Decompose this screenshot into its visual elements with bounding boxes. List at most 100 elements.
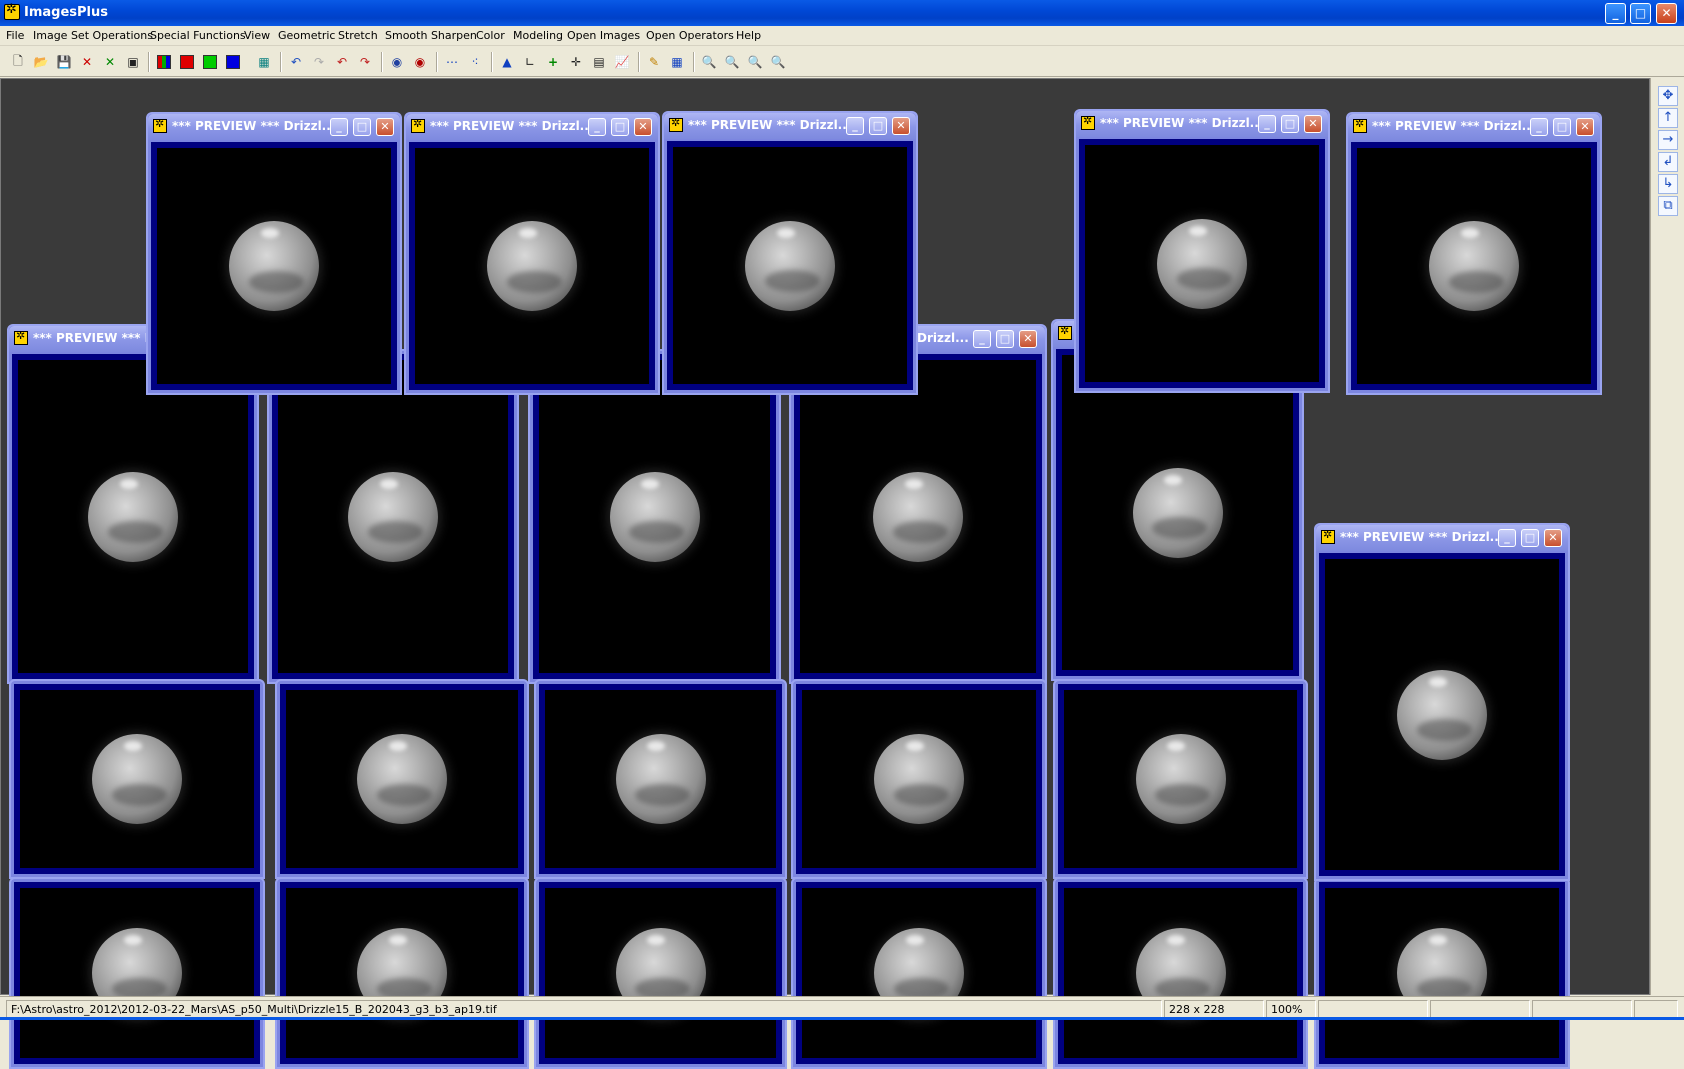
pencil-icon[interactable]: ✎	[644, 52, 664, 72]
preview-maximize-button[interactable]: □	[1281, 115, 1299, 133]
red-circle-icon[interactable]: ◉	[410, 52, 430, 72]
table-icon[interactable]: ▦	[667, 52, 687, 72]
zoom-actual-icon[interactable]: 🔍	[768, 52, 788, 72]
preview-titlebar[interactable]: *** PREVIEW *** Drizzl... _ □ ✕	[1316, 525, 1568, 551]
preview-window[interactable]: *** PREVIEW *** Drizzl... _ □ ✕	[1346, 112, 1602, 395]
image-canvas[interactable]	[802, 690, 1036, 868]
zoom-fit-icon[interactable]: 🔍	[745, 52, 765, 72]
circle-mask-icon[interactable]: ◉	[387, 52, 407, 72]
delete-icon[interactable]: ✕	[77, 52, 97, 72]
minimize-button[interactable]: _	[1605, 3, 1626, 24]
menu-special-functions[interactable]: Special Functions	[150, 29, 246, 42]
preview-close-button[interactable]: ✕	[1304, 115, 1322, 133]
chart-icon[interactable]: 📈	[612, 52, 632, 72]
preview-window[interactable]: *** PREVIEW *** Drizzl... _ □ ✕	[1314, 523, 1570, 881]
triangle-icon[interactable]: ▲	[497, 52, 517, 72]
save-icon[interactable]: 💾	[54, 52, 74, 72]
preview-maximize-button[interactable]: □	[996, 330, 1014, 348]
preview-close-button[interactable]: ✕	[634, 118, 652, 136]
preview-window[interactable]	[534, 877, 787, 1069]
green-channel-icon[interactable]	[200, 52, 220, 72]
image-canvas[interactable]	[539, 360, 770, 673]
menu-smooth-sharpen[interactable]: Smooth Sharpen	[385, 29, 477, 42]
preview-window[interactable]: *** PREVIEW *** Drizzl... _ □ ✕	[662, 111, 918, 395]
preview-window[interactable]	[534, 679, 787, 879]
menu-open-operators[interactable]: Open Operators	[646, 29, 734, 42]
check-icon[interactable]: ✕	[100, 52, 120, 72]
preview-minimize-button[interactable]: _	[588, 118, 606, 136]
image-canvas[interactable]	[20, 888, 254, 1058]
rgb-icon[interactable]	[154, 52, 174, 72]
preview-maximize-button[interactable]: □	[353, 118, 371, 136]
preview-titlebar[interactable]: *** PREVIEW *** Drizzl... _ □ ✕	[406, 114, 658, 140]
new-icon[interactable]: 🗋	[8, 52, 28, 72]
cascade-icon[interactable]: ↲	[1658, 152, 1678, 172]
crosshair-icon[interactable]: ✛	[566, 52, 586, 72]
redo-icon[interactable]: ↷	[309, 52, 329, 72]
image-canvas[interactable]	[1062, 355, 1293, 670]
histogram-icon[interactable]: ▤	[589, 52, 609, 72]
undo-all-icon[interactable]: ↶	[332, 52, 352, 72]
menu-open-images[interactable]: Open Images	[567, 29, 640, 42]
image-canvas[interactable]	[1357, 148, 1591, 384]
preview-titlebar[interactable]: *** PREVIEW *** Drizzl... _ □ ✕	[148, 114, 400, 140]
preview-window[interactable]: *** PREVIEW *** Drizzl... _ □ ✕	[146, 112, 402, 395]
cross-icon[interactable]: +	[543, 52, 563, 72]
image-canvas[interactable]	[1325, 559, 1559, 870]
preview-window[interactable]	[791, 679, 1047, 879]
zoom-in-icon[interactable]: 🔍	[699, 52, 719, 72]
image-canvas[interactable]	[545, 888, 776, 1058]
preview-close-button[interactable]: ✕	[892, 117, 910, 135]
menu-geometric[interactable]: Geometric	[278, 29, 335, 42]
dots-icon[interactable]: ⋯	[442, 52, 462, 72]
image-canvas[interactable]	[802, 888, 1036, 1058]
measure-icon[interactable]: ∟	[520, 52, 540, 72]
preview-minimize-button[interactable]: _	[1498, 529, 1516, 547]
image-canvas[interactable]	[1064, 690, 1297, 868]
preview-window[interactable]	[528, 349, 781, 684]
preview-window[interactable]	[9, 679, 265, 879]
preview-close-button[interactable]: ✕	[1019, 330, 1037, 348]
maximize-button[interactable]: □	[1630, 3, 1651, 24]
preview-window[interactable]: *** PREVIEW *** Drizzl... _ □ ✕	[1074, 109, 1330, 393]
blue-channel-icon[interactable]	[223, 52, 243, 72]
image-canvas[interactable]	[286, 690, 518, 868]
preview-maximize-button[interactable]: □	[869, 117, 887, 135]
preview-close-button[interactable]: ✕	[1576, 118, 1594, 136]
image-canvas[interactable]	[800, 360, 1036, 673]
close-button[interactable]: ✕	[1656, 3, 1677, 24]
red-channel-icon[interactable]	[177, 52, 197, 72]
undo-icon[interactable]: ↶	[286, 52, 306, 72]
preview-window[interactable]: *** PREVIEW *** Drizzl... _ □ ✕	[404, 112, 660, 395]
preview-window[interactable]	[275, 877, 529, 1069]
preview-window[interactable]	[791, 877, 1047, 1069]
menu-file[interactable]: File	[6, 29, 24, 42]
menu-color[interactable]: Color	[476, 29, 505, 42]
preview-titlebar[interactable]: *** PREVIEW *** Drizzl... _ □ ✕	[1076, 111, 1328, 137]
preview-minimize-button[interactable]: _	[846, 117, 864, 135]
image-canvas[interactable]	[415, 148, 649, 384]
arrow-up-icon[interactable]: ↑	[1658, 108, 1678, 128]
preview-window[interactable]	[1053, 877, 1308, 1069]
image-canvas[interactable]	[1064, 888, 1297, 1058]
image-canvas[interactable]	[20, 690, 254, 868]
preview-minimize-button[interactable]: _	[1258, 115, 1276, 133]
arrow-right-icon[interactable]: →	[1658, 130, 1678, 150]
preview-window[interactable]	[9, 877, 265, 1069]
preview-window[interactable]	[1053, 679, 1308, 879]
preview-maximize-button[interactable]: □	[611, 118, 629, 136]
image-canvas[interactable]	[278, 360, 508, 673]
redo-all-icon[interactable]: ↷	[355, 52, 375, 72]
preview-titlebar[interactable]: *** PREVIEW *** Drizzl... _ □ ✕	[664, 113, 916, 139]
preview-minimize-button[interactable]: _	[1530, 118, 1548, 136]
menu-help[interactable]: Help	[736, 29, 761, 42]
preview-window[interactable]	[275, 679, 529, 879]
image-canvas[interactable]	[286, 888, 518, 1058]
image-canvas[interactable]	[545, 690, 776, 868]
menu-view[interactable]: View	[244, 29, 270, 42]
windows-icon[interactable]: ⧉	[1658, 196, 1678, 216]
menu-stretch[interactable]: Stretch	[338, 29, 378, 42]
preview-titlebar[interactable]: *** PREVIEW *** Drizzl... _ □ ✕	[1348, 114, 1600, 140]
preview-minimize-button[interactable]: _	[973, 330, 991, 348]
resize-grip[interactable]	[1634, 1000, 1678, 1018]
